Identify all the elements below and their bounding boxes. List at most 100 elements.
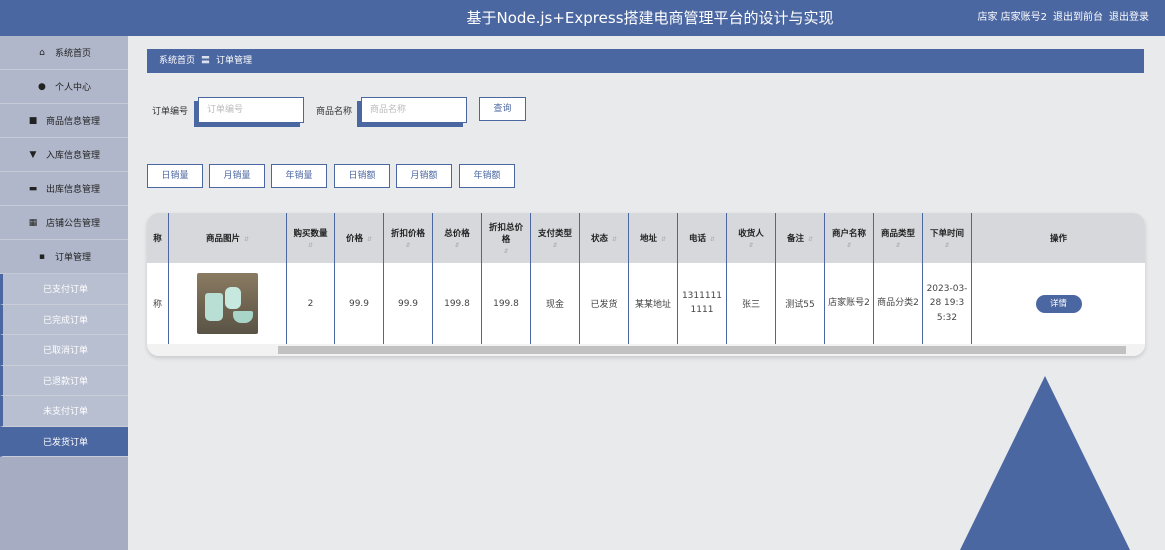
column-header-phone[interactable]: 电话 ⇵ xyxy=(678,213,727,263)
column-header-actions: 操作 xyxy=(1049,234,1067,244)
header-actions: 店家 店家账号2 退出到前台 退出登录 xyxy=(977,0,1149,36)
column-header-remark[interactable]: 备注 ⇵ xyxy=(776,213,825,263)
column-header-order-time[interactable]: 下单时间 ⇵ xyxy=(923,213,972,263)
sort-icon: ⇵ xyxy=(895,242,901,249)
home-icon: ⌂ xyxy=(39,47,45,58)
column-header-price[interactable]: 价格 ⇵ xyxy=(335,213,384,263)
sidebar-item-inbound[interactable]: ▼ 入库信息管理 xyxy=(0,138,128,172)
cell-image xyxy=(169,263,287,344)
cell-actions: 详情 xyxy=(972,263,1145,344)
sort-icon: ⇵ xyxy=(660,236,667,243)
product-image xyxy=(197,273,258,334)
breadcrumb: 系统首页〓订单管理 xyxy=(147,49,1144,73)
breadcrumb-current: 订单管理 xyxy=(216,56,253,66)
user-icon: ● xyxy=(38,81,46,92)
sort-icon: ⇵ xyxy=(503,248,509,255)
column-header-merchant[interactable]: 商户名称 ⇵ xyxy=(825,213,874,263)
sort-icon: ⇵ xyxy=(944,242,950,249)
column-header-category[interactable]: 商品类型 ⇵ xyxy=(874,213,923,263)
decorative-triangle xyxy=(960,376,1130,550)
daily-sales-volume-button[interactable]: 日销量 xyxy=(147,164,203,188)
column-header-pay-type[interactable]: 支付类型 ⇵ xyxy=(531,213,580,263)
back-to-front-link[interactable]: 退出到前台 xyxy=(1053,0,1103,36)
sidebar-item-orders[interactable]: ▪ 订单管理 xyxy=(0,240,128,274)
briefcase-icon: ▬ xyxy=(28,183,38,194)
stamp-icon: ▼ xyxy=(29,149,37,160)
order-no-input[interactable]: 订单编号 xyxy=(198,97,304,123)
column-header-total[interactable]: 总价格 ⇵ xyxy=(433,213,482,263)
cell-order-time: 2023-03-28 19:35:32 xyxy=(923,263,972,344)
cell-phone: 13111111111 xyxy=(678,263,727,344)
sidebar-subitem-unpaid[interactable]: 未支付订单 xyxy=(0,396,128,427)
sort-icon: ⇵ xyxy=(807,236,814,243)
scrollbar-thumb[interactable] xyxy=(278,346,1126,354)
yearly-sales-volume-button[interactable]: 年销量 xyxy=(271,164,327,188)
sidebar-subitem-cancelled[interactable]: 已取消订单 xyxy=(0,335,128,366)
sidebar-subitem-shipped[interactable]: 已发货订单 xyxy=(0,426,128,457)
sidebar-subitem-refunded[interactable]: 已退款订单 xyxy=(0,365,128,396)
sidebar-item-products[interactable]: ■ 商品信息管理 xyxy=(0,104,128,138)
detail-button[interactable]: 详情 xyxy=(1035,294,1082,313)
query-button[interactable]: 查询 xyxy=(479,97,526,121)
sidebar-item-profile[interactable]: ● 个人中心 xyxy=(0,70,128,104)
sidebar-item-announcements[interactable]: ▦ 店铺公告管理 xyxy=(0,206,128,240)
monthly-sales-volume-button[interactable]: 月销量 xyxy=(209,164,265,188)
sort-icon: ⇵ xyxy=(611,236,618,243)
chevron-right-icon[interactable]: ‹ xyxy=(1135,263,1147,298)
column-header-name[interactable]: 称 xyxy=(147,213,169,263)
cell-discount-price: 99.9 xyxy=(384,263,433,344)
sort-icon: ⇵ xyxy=(366,236,373,243)
yearly-sales-amount-button[interactable]: 年销额 xyxy=(459,164,515,188)
daily-sales-amount-button[interactable]: 日销额 xyxy=(334,164,390,188)
cell-total: 199.8 xyxy=(433,263,482,344)
grid-icon: ▦ xyxy=(28,217,38,228)
breadcrumb-separator: 〓 xyxy=(201,56,211,66)
cell-receiver: 张三 xyxy=(727,263,776,344)
cell-address: 某某地址 xyxy=(629,263,678,344)
cell-remark: 测试55 xyxy=(776,263,825,344)
sidebar-item-outbound[interactable]: ▬ 出库信息管理 xyxy=(0,172,128,206)
product-name-label: 商品名称 xyxy=(316,107,353,117)
sort-icon: ⇵ xyxy=(748,242,754,249)
table-row: 称 2 99.9 99.9 199.8 199.8 现金 已发货 某某地址 13… xyxy=(147,263,1145,344)
logout-link[interactable]: 退出登录 xyxy=(1109,0,1149,36)
sidebar-item-label: 出库信息管理 xyxy=(45,185,100,195)
cell-merchant: 店家账号2 xyxy=(825,263,874,344)
cell-name: 称 xyxy=(147,263,169,344)
chat-icon: ▪ xyxy=(38,251,46,262)
sidebar-item-label: 商品信息管理 xyxy=(45,117,100,127)
breadcrumb-home[interactable]: 系统首页 xyxy=(159,56,195,66)
sidebar-item-home[interactable]: ⌂ 系统首页 xyxy=(0,36,128,70)
column-header-address[interactable]: 地址 ⇵ xyxy=(629,213,678,263)
video-icon: ■ xyxy=(28,115,38,126)
sort-icon: ⇵ xyxy=(552,242,558,249)
sidebar-item-label: 个人中心 xyxy=(54,83,91,93)
sidebar: ⌂ 系统首页 ● 个人中心 ■ 商品信息管理 ▼ 入库信息管理 ▬ 出库信息管理… xyxy=(0,36,128,550)
sidebar-item-label: 订单管理 xyxy=(54,253,91,263)
column-header-status[interactable]: 状态 ⇵ xyxy=(580,213,629,263)
order-no-label: 订单编号 xyxy=(152,107,189,117)
column-header-discount-price[interactable]: 折扣价格 ⇵ xyxy=(384,213,433,263)
sort-icon: ⇵ xyxy=(405,242,411,249)
sidebar-subitem-paid[interactable]: 已支付订单 xyxy=(0,274,128,305)
cell-quantity: 2 xyxy=(287,263,335,344)
monthly-sales-amount-button[interactable]: 月销额 xyxy=(396,164,452,188)
orders-table: 称 商品图片 ⇵ 购买数量 ⇵ 价格 ⇵ 折扣价格 ⇵ 总价格 ⇵ 折扣总价格 ⇵ 支付类型… xyxy=(147,213,1145,356)
column-header-quantity[interactable]: 购买数量 ⇵ xyxy=(287,213,335,263)
horizontal-scrollbar[interactable] xyxy=(147,344,1145,356)
cell-pay-type: 现金 xyxy=(531,263,580,344)
column-header-discount-total[interactable]: 折扣总价格 ⇵ xyxy=(482,213,531,263)
column-header-receiver[interactable]: 收货人 ⇵ xyxy=(727,213,776,263)
current-user-label: 店家 店家账号2 xyxy=(977,12,1047,23)
sort-icon: ⇵ xyxy=(243,236,250,243)
column-header-image[interactable]: 商品图片 ⇵ xyxy=(169,213,287,263)
cell-status: 已发货 xyxy=(580,263,629,344)
sort-icon: ⇵ xyxy=(307,242,314,249)
sort-icon: ⇵ xyxy=(846,242,852,249)
cell-category: 商品分类2 xyxy=(874,263,923,344)
sidebar-item-label: 店铺公告管理 xyxy=(45,219,100,229)
table-header: 称 商品图片 ⇵ 购买数量 ⇵ 价格 ⇵ 折扣价格 ⇵ 总价格 ⇵ 折扣总价格 ⇵ 支付类型… xyxy=(147,213,1145,263)
top-bar: 基于Node.js+Express搭建电商管理平台的设计与实现 店家 店家账号2… xyxy=(0,0,1165,36)
product-name-input[interactable]: 商品名称 xyxy=(361,97,467,123)
sidebar-subitem-completed[interactable]: 已完成订单 xyxy=(0,304,128,335)
